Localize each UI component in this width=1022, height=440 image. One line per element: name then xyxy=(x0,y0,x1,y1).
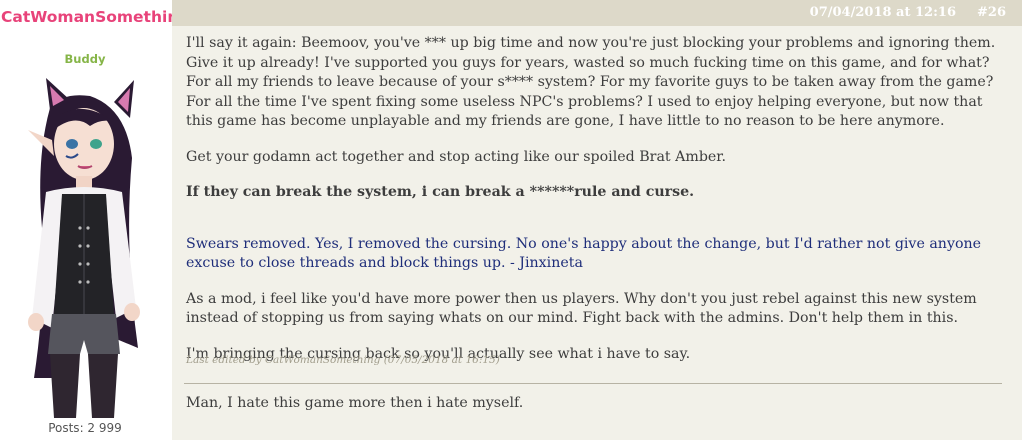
message-bold-paragraph: If they can break the system, i can brea… xyxy=(186,184,695,200)
username-link[interactable]: CatWomanSomething xyxy=(0,8,189,26)
post-date: 07/04/2018 at 12:16 xyxy=(809,5,956,20)
forum-post: CatWomanSomething Buddy Posts: 2 999 07/… xyxy=(0,0,1022,440)
post-count: Posts: 2 999 xyxy=(48,421,122,435)
user-avatar[interactable] xyxy=(6,78,164,418)
avatar-legs xyxy=(50,354,80,418)
avatar-shorts xyxy=(48,314,120,354)
message-panel: 07/04/2018 at 12:16 #26 I'll say it agai… xyxy=(172,0,1022,440)
message-paragraph: As a mod, i feel like you'd have more po… xyxy=(186,290,977,327)
last-edited-note: Last edited by CatWomanSomething (07/05/… xyxy=(186,354,500,366)
message-header: 07/04/2018 at 12:16 #26 xyxy=(172,0,1022,26)
moderator-note: Swears removed. Yes, I removed the cursi… xyxy=(186,235,982,272)
message-paragraph: Get your godamn act together and stop ac… xyxy=(186,148,727,165)
user-role-badge: Buddy xyxy=(64,52,106,66)
signature-divider xyxy=(184,383,1002,384)
message-paragraph: I'll say it again: Beemoov, you've *** u… xyxy=(186,35,996,129)
user-signature: Man, I hate this game more then i hate m… xyxy=(186,395,524,411)
post-number-link[interactable]: #26 xyxy=(977,5,1006,20)
user-info-panel: CatWomanSomething Buddy Posts: 2 999 xyxy=(0,0,189,440)
message-body: I'll say it again: Beemoov, you've *** u… xyxy=(186,34,1006,380)
